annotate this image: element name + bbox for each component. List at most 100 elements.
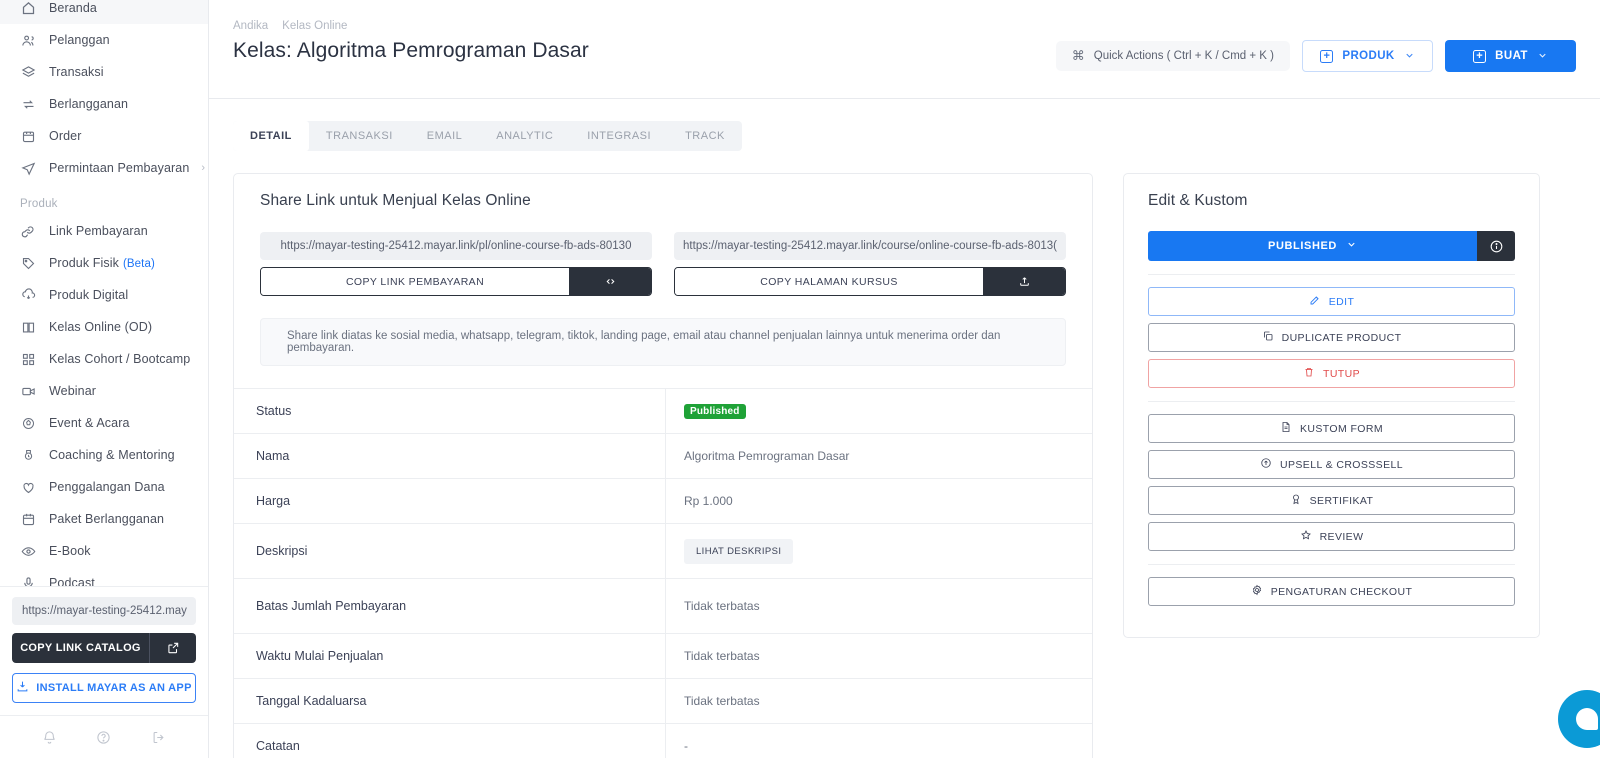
plus-square-icon: + (1473, 49, 1487, 63)
tutup-button-label: TUTUP (1323, 367, 1360, 380)
course-link-field[interactable]: https://mayar-testing-25412.mayar.link/c… (674, 232, 1066, 260)
install-app-label: INSTALL MAYAR AS AN APP (36, 682, 192, 694)
sidebar-item-label-wrap: Produk Fisik (Beta) (49, 256, 194, 270)
breadcrumb-item-1[interactable]: Kelas Online (282, 20, 347, 32)
duplicate-product-button[interactable]: DUPLICATE PRODUCT (1148, 323, 1515, 352)
review-button[interactable]: REVIEW (1148, 522, 1515, 551)
grid-icon (20, 351, 37, 368)
sidebar-item-label: Kelas Cohort / Bootcamp (49, 352, 191, 366)
payment-link-field[interactable]: https://mayar-testing-25412.mayar.link/p… (260, 232, 652, 260)
tab-track[interactable]: TRACK (668, 121, 742, 151)
install-app-button[interactable]: INSTALL MAYAR AS AN APP (12, 673, 196, 703)
sidebar-item-label: Kelas Online (OD) (49, 320, 153, 334)
book-icon (20, 319, 37, 336)
sidebar-item-link-pembayaran[interactable]: Link Pembayaran (0, 215, 208, 247)
copy-halaman-kursus-button[interactable]: COPY HALAMAN KURSUS (675, 268, 983, 295)
course-copy-bar: COPY HALAMAN KURSUS (674, 267, 1066, 296)
sidebar-item-pelanggan[interactable]: Pelanggan (0, 24, 208, 56)
sertifikat-button[interactable]: SERTIFIKAT (1148, 486, 1515, 515)
quick-actions-button[interactable]: ⌘ Quick Actions ( Ctrl + K / Cmd + K ) (1055, 41, 1290, 71)
sidebar-item-podcast[interactable]: Podcast (0, 567, 208, 586)
content-area: DETAIL TRANSAKSI EMAIL ANALYTIC INTEGRAS… (209, 99, 1600, 758)
code-icon[interactable] (569, 268, 651, 295)
logout-icon[interactable] (151, 730, 166, 745)
award-icon (1290, 493, 1302, 508)
sidebar-item-berlangganan[interactable]: Berlangganan (0, 88, 208, 120)
tab-integrasi[interactable]: INTEGRASI (570, 121, 668, 151)
tab-transaksi[interactable]: TRANSAKSI (309, 121, 410, 151)
edit-button-label: EDIT (1328, 295, 1355, 308)
tutup-button[interactable]: TUTUP (1148, 359, 1515, 388)
sidebar-item-ebook[interactable]: E-Book (0, 535, 208, 567)
sidebar-item-order[interactable]: Order (0, 120, 208, 152)
catalog-url-field[interactable]: https://mayar-testing-25412.may (12, 597, 196, 625)
tab-bar: DETAIL TRANSAKSI EMAIL ANALYTIC INTEGRAS… (233, 121, 742, 151)
sidebar-item-transaksi[interactable]: Transaksi (0, 56, 208, 88)
settings-icon (1251, 584, 1263, 599)
row-key: Deskripsi (234, 524, 666, 578)
produk-button[interactable]: + PRODUK (1302, 40, 1433, 72)
pengaturan-checkout-button[interactable]: PENGATURAN CHECKOUT (1148, 577, 1515, 606)
sidebar-item-coaching-mentoring[interactable]: Coaching & Mentoring (0, 439, 208, 471)
link-row: https://mayar-testing-25412.mayar.link/p… (260, 232, 1066, 296)
edit-button[interactable]: EDIT (1148, 287, 1515, 316)
lihat-deskripsi-button[interactable]: LIHAT DESKRIPSI (684, 538, 794, 564)
review-label: REVIEW (1319, 530, 1364, 543)
buat-button-label: BUAT (1495, 50, 1528, 62)
breadcrumb-item-0[interactable]: Andika (233, 20, 268, 32)
help-circle-icon[interactable] (96, 730, 111, 745)
tab-email[interactable]: EMAIL (410, 121, 480, 151)
sidebar-item-label: Podcast (49, 576, 95, 586)
row-key: Batas Jumlah Pembayaran (234, 579, 666, 633)
home-icon (20, 0, 37, 17)
link-icon (20, 223, 37, 240)
sidebar-item-kelas-cohort[interactable]: Kelas Cohort / Bootcamp (0, 343, 208, 375)
eye-icon (20, 543, 37, 560)
copy-link-catalog-button[interactable]: COPY LINK CATALOG (12, 633, 149, 663)
detail-table: Status Published Nama Algoritma Pemrogra… (234, 388, 1092, 758)
buat-button[interactable]: + BUAT (1445, 40, 1576, 72)
bell-icon[interactable] (42, 730, 57, 745)
sidebar-item-label: Berlangganan (49, 97, 129, 111)
share-icon[interactable] (983, 268, 1065, 295)
inbox-icon (20, 128, 37, 145)
copy-icon (1262, 330, 1274, 345)
table-row: Catatan - (234, 724, 1092, 758)
sidebar-item-penggalangan-dana[interactable]: Penggalangan Dana (0, 471, 208, 503)
ticket-icon (20, 415, 37, 432)
row-value: - (684, 739, 688, 753)
chevron-right-icon: › (201, 162, 206, 174)
copy-link-pembayaran-button[interactable]: COPY LINK PEMBAYARAN (261, 268, 569, 295)
sidebar-item-label: Penggalangan Dana (49, 480, 165, 494)
sidebar-item-beranda[interactable]: Beranda (0, 0, 208, 24)
quick-actions-label: Quick Actions ( Ctrl + K / Cmd + K ) (1093, 50, 1274, 62)
kustom-form-button[interactable]: KUSTOM FORM (1148, 414, 1515, 443)
tab-analytic[interactable]: ANALYTIC (479, 121, 570, 151)
title-block: Andika Kelas Online Kelas: Algoritma Pem… (233, 20, 589, 63)
sidebar: Beranda Pelanggan Transaksi Berlangganan… (0, 0, 209, 758)
published-dropdown-button[interactable]: PUBLISHED (1148, 231, 1477, 261)
download-icon (16, 680, 29, 696)
tab-detail[interactable]: DETAIL (233, 121, 309, 151)
info-icon[interactable] (1477, 231, 1515, 261)
sidebar-item-permintaan-pembayaran[interactable]: Permintaan Pembayaran › (0, 152, 208, 184)
command-icon: ⌘ (1071, 48, 1085, 63)
layers-icon (20, 64, 37, 81)
sidebar-item-webinar[interactable]: Webinar (0, 375, 208, 407)
sidebar-item-produk-fisik[interactable]: Produk Fisik (Beta) (0, 247, 208, 279)
sidebar-item-paket-berlangganan[interactable]: Paket Berlangganan (0, 503, 208, 535)
divider (1148, 274, 1515, 275)
external-link-icon[interactable] (150, 633, 196, 663)
beta-badge: (Beta) (122, 258, 155, 270)
row-key: Nama (234, 434, 666, 478)
sidebar-item-kelas-online[interactable]: Kelas Online (OD) (0, 311, 208, 343)
upsell-crosssell-button[interactable]: UPSELL & CROSSSELL (1148, 450, 1515, 479)
row-value: Tidak terbatas (684, 649, 760, 663)
sidebar-item-label: Event & Acara (49, 416, 130, 430)
arrow-up-circle-icon (1260, 457, 1272, 472)
sidebar-item-event-acara[interactable]: Event & Acara (0, 407, 208, 439)
sidebar-item-produk-digital[interactable]: Produk Digital (0, 279, 208, 311)
sidebar-item-label: Webinar (49, 384, 97, 398)
row-key: Waktu Mulai Penjualan (234, 634, 666, 678)
sidebar-item-label: Permintaan Pembayaran (49, 161, 190, 175)
